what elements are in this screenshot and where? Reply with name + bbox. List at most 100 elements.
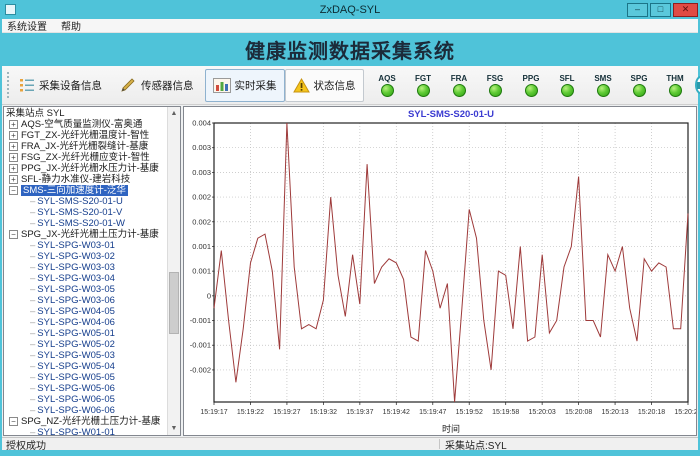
green-led-icon [597, 84, 610, 97]
tree-group-node[interactable]: +SFL-静力水准仪-建岩科技 [6, 174, 180, 185]
tree-item-label: SYL-SPG-W03-02 [37, 251, 115, 262]
tree-leaf-sensor[interactable]: SYL-SPG-W05-04 [6, 361, 180, 372]
tree-group-node[interactable]: −SMS-三向加速度计-泛华 [6, 185, 180, 196]
expand-plus-icon[interactable]: + [9, 142, 18, 151]
tree-leaf-sensor[interactable]: SYL-SMS-S20-01-U [6, 196, 180, 207]
maximize-button[interactable]: □ [650, 3, 671, 17]
tree-item-label: SYL-SMS-S20-01-U [37, 196, 123, 207]
tree-item-label: SPG_JX-光纤光栅土压力计-基康 [21, 229, 159, 240]
menu-item-system-settings[interactable]: 系统设置 [7, 18, 47, 33]
channel-indicator-group: AQSFGTFRAFSGPPGSFLSMSSPGTHM [374, 74, 689, 97]
x-axis-tick-label: 15:20:13 [601, 409, 628, 416]
tree-item-label: SYL-SPG-W03-04 [37, 273, 115, 284]
tree-group-node[interactable]: +FRA_JX-光纤光栅裂缝计-基康 [6, 141, 180, 152]
channel-indicator-sfl: SFL [554, 74, 581, 97]
tree-leaf-sensor[interactable]: SYL-SPG-W06-06 [6, 405, 180, 416]
expand-plus-icon[interactable]: + [9, 164, 18, 173]
tree-root-station[interactable]: 采集站点 SYL [6, 108, 180, 119]
tree-item-label: FSG_ZX-光纤光栅应变计-智性 [21, 152, 150, 163]
scrollbar-thumb[interactable] [169, 272, 179, 334]
x-axis-tick-label: 15:20:18 [638, 409, 665, 416]
sensor-info-button[interactable]: 传感器信息 [113, 70, 201, 100]
auth-status-text: 授权成功 [6, 437, 46, 452]
tree-scrollbar[interactable]: ▲ ▼ [167, 107, 180, 435]
channel-indicator-ppg: PPG [518, 74, 545, 97]
tree-leaf-sensor[interactable]: SYL-SPG-W05-03 [6, 350, 180, 361]
status-info-label: 状态信息 [314, 78, 356, 93]
title-bar: ZxDAQ-SYL – □ ✕ [2, 0, 698, 19]
minimize-button[interactable]: – [627, 3, 648, 17]
realtime-collect-label: 实时采集 [235, 78, 277, 93]
main-area: 采集站点 SYL+AQS-空气质量监测仪-富奥通+FGT_ZX-光纤光栅温度计-… [2, 105, 698, 437]
realtime-line-chart: SYL-SMS-S20-01-U 0.004 0.003 0.003 0.002 0.00… [184, 107, 696, 435]
channel-label: FRA [451, 74, 467, 83]
realtime-chart-panel: SYL-SMS-S20-01-U 0.004 0.003 0.003 0.002 0.00… [183, 106, 697, 436]
expand-plus-icon[interactable]: + [9, 120, 18, 129]
channel-label: AQS [378, 74, 395, 83]
tree-leaf-sensor[interactable]: SYL-SMS-S20-01-V [6, 207, 180, 218]
device-info-button[interactable]: 采集设备信息 [12, 70, 109, 100]
menu-item-help[interactable]: 帮助 [61, 18, 81, 33]
expand-plus-icon[interactable]: + [9, 175, 18, 184]
stop-icon [695, 76, 700, 94]
tree-item-label: PPG_JX-光纤光栅水压力计-基康 [21, 163, 159, 174]
tree-group-node[interactable]: −SPG_JX-光纤光栅土压力计-基康 [6, 229, 180, 240]
y-axis-tick-label: 0 [207, 291, 211, 300]
collapse-minus-icon[interactable]: − [9, 186, 18, 195]
tree-leaf-sensor[interactable]: SYL-SPG-W03-05 [6, 284, 180, 295]
tree-leaf-sensor[interactable]: SYL-SPG-W06-05 [6, 394, 180, 405]
green-led-icon [453, 84, 466, 97]
status-info-button[interactable]: 状态信息 [285, 69, 364, 102]
app-window: ZxDAQ-SYL – □ ✕ 系统设置 帮助 健康监测数据采集系统 采集设备信… [0, 0, 700, 456]
tree-leaf-sensor[interactable]: SYL-SPG-W05-01 [6, 328, 180, 339]
tree-group-node[interactable]: −SPG_NZ-光纤光栅土压力计-基康 [6, 416, 180, 427]
y-axis-tick-label: 0.001 [192, 267, 211, 276]
tree-group-node[interactable]: +AQS-空气质量监测仪-富奥通 [6, 119, 180, 130]
tree-leaf-sensor[interactable]: SYL-SPG-W05-05 [6, 372, 180, 383]
tree-item-label: SPG_NZ-光纤光栅土压力计-基康 [21, 416, 160, 427]
tree-group-node[interactable]: +PPG_JX-光纤光栅水压力计-基康 [6, 163, 180, 174]
tree-leaf-sensor[interactable]: SYL-SPG-W03-01 [6, 240, 180, 251]
expand-plus-icon[interactable]: + [9, 153, 18, 162]
chart-title: SYL-SMS-S20-01-U [408, 109, 494, 120]
page-title: 健康监测数据采集系统 [245, 35, 455, 64]
collapse-minus-icon[interactable]: − [9, 230, 18, 239]
tree-item-label: SYL-SPG-W03-06 [37, 295, 115, 306]
tree-item-label: SYL-SPG-W05-04 [37, 361, 115, 372]
tree-leaf-sensor[interactable]: SYL-SPG-W04-05 [6, 306, 180, 317]
collapse-minus-icon[interactable]: − [9, 417, 18, 426]
channel-indicator-fra: FRA [446, 74, 473, 97]
realtime-collect-button[interactable]: 实时采集 [205, 69, 285, 102]
tree-group-node[interactable]: +FSG_ZX-光纤光栅应变计-智性 [6, 152, 180, 163]
tree-leaf-sensor[interactable]: SYL-SPG-W03-02 [6, 251, 180, 262]
tree-leaf-sensor[interactable]: SYL-SPG-W01-01 [6, 427, 180, 436]
tree-item-label: AQS-空气质量监测仪-富奥通 [21, 119, 142, 130]
expand-plus-icon[interactable]: + [9, 131, 18, 140]
y-axis-tick-label: 0.002 [192, 217, 211, 226]
y-axis-tick-label: -0.001 [190, 341, 211, 350]
tree-group-node[interactable]: +FGT_ZX-光纤光栅温度计-智性 [6, 130, 180, 141]
tree-leaf-sensor[interactable]: SYL-SPG-W03-04 [6, 273, 180, 284]
tree-leaf-sensor[interactable]: SYL-SMS-S20-01-W [6, 218, 180, 229]
tree-leaf-sensor[interactable]: SYL-SPG-W04-06 [6, 317, 180, 328]
channel-indicator-thm: THM [662, 74, 689, 97]
green-led-icon [417, 84, 430, 97]
scroll-down-arrow[interactable]: ▼ [168, 422, 180, 435]
y-axis-tick-label: 0.002 [192, 193, 211, 202]
app-banner: 健康监测数据采集系统 [2, 33, 698, 66]
tree-item-label: SYL-SPG-W04-05 [37, 306, 115, 317]
sensor-info-label: 传感器信息 [141, 78, 194, 93]
scroll-up-arrow[interactable]: ▲ [168, 107, 180, 120]
tree-item-label: SYL-SPG-W01-01 [37, 427, 115, 436]
tree-item-label: SYL-SPG-W04-06 [37, 317, 115, 328]
y-axis-tick-label: 0.003 [192, 168, 211, 177]
y-axis-tick-label: 0.004 [192, 119, 211, 128]
y-axis-tick-label: 0.003 [192, 143, 211, 152]
tree-leaf-sensor[interactable]: SYL-SPG-W03-03 [6, 262, 180, 273]
tree-leaf-sensor[interactable]: SYL-SPG-W05-02 [6, 339, 180, 350]
tree-leaf-sensor[interactable]: SYL-SPG-W03-06 [6, 295, 180, 306]
close-button[interactable]: ✕ [673, 3, 698, 17]
green-led-icon [669, 84, 682, 97]
tree-leaf-sensor[interactable]: SYL-SPG-W05-06 [6, 383, 180, 394]
data-series-line [214, 123, 688, 402]
